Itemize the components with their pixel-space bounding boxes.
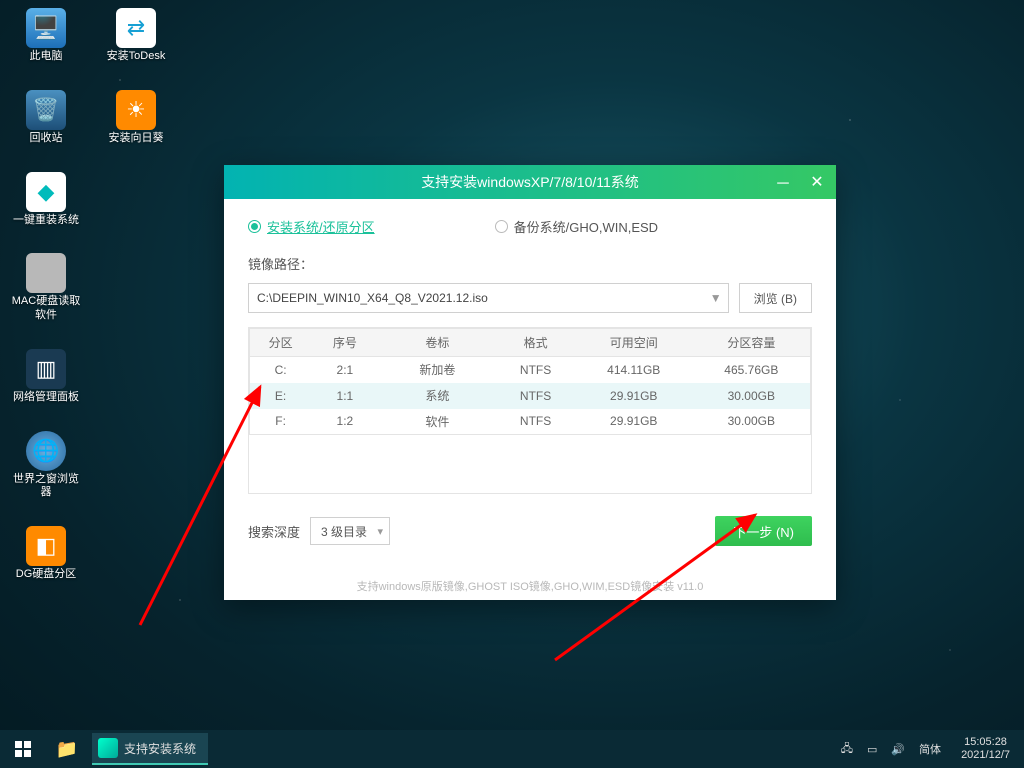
desktop-icon-browser[interactable]: 🌐世界之窗浏览器 (10, 431, 82, 501)
col-capacity: 分区容量 (693, 329, 811, 357)
close-button[interactable]: ✕ (804, 169, 830, 195)
dialog-footer-text: 支持windows原版镜像,GHOST ISO镜像,GHO,WIM,ESD镜像安… (224, 578, 836, 600)
tray-network-icon[interactable]: 🖧 (841, 740, 853, 759)
taskbar-app-installer[interactable]: 支持安装系统 (92, 733, 208, 765)
image-path-input[interactable]: C:\DEEPIN_WIN10_X64_Q8_V2021.12.iso ▼ (248, 283, 729, 313)
app-icon (98, 738, 118, 758)
search-depth-select[interactable]: 3 级目录 (310, 517, 390, 545)
col-partition: 分区 (250, 329, 312, 357)
tray-action-center-icon[interactable]: ▭ (867, 743, 877, 756)
dialog-titlebar[interactable]: 支持安装windowsXP/7/8/10/11系统 － ✕ (224, 165, 836, 199)
dropdown-icon[interactable]: ▼ (710, 291, 722, 305)
table-row[interactable]: F:1:2软件NTFS29.91GB30.00GB (250, 409, 811, 435)
image-path-label: 镜像路径： (248, 254, 812, 273)
start-button[interactable] (0, 730, 46, 768)
col-free: 可用空间 (575, 329, 693, 357)
radio-backup[interactable]: 备份系统/GHO,WIN,ESD (495, 217, 658, 236)
taskbar-explorer-icon[interactable]: 📁 (46, 730, 88, 768)
desktop-icon-todesk[interactable]: ⇄安装ToDesk (100, 8, 172, 64)
col-label: 卷标 (379, 329, 497, 357)
tray-clock[interactable]: 15:05:28 2021/12/7 (955, 736, 1016, 762)
table-row[interactable]: E:1:1系统NTFS29.91GB30.00GB (250, 383, 811, 409)
radio-dot-icon (495, 220, 508, 233)
dialog-title: 支持安装windowsXP/7/8/10/11系统 (421, 172, 639, 192)
desktop-icon-dg-partition[interactable]: ◧DG硬盘分区 (10, 526, 82, 582)
col-index: 序号 (311, 329, 378, 357)
tray-volume-icon[interactable]: 🔊 (891, 743, 905, 756)
desktop-icon-mac-disk[interactable]: MAC硬盘读取软件 (10, 253, 82, 323)
desktop-icon-recycle-bin[interactable]: 🗑️回收站 (10, 90, 82, 146)
search-depth-label: 搜索深度 (248, 522, 300, 541)
tray-ime[interactable]: 简体 (919, 741, 941, 757)
partition-table: 分区 序号 卷标 格式 可用空间 分区容量 C:2:1新加卷NTFS414.11… (248, 327, 812, 494)
desktop: 🖥️此电脑 ⇄安装ToDesk 🗑️回收站 ☀安装向日葵 ◆一键重装系统 MAC… (0, 0, 182, 590)
table-row[interactable]: C:2:1新加卷NTFS414.11GB465.76GB (250, 357, 811, 383)
next-button[interactable]: 下一步 (N) (715, 516, 812, 546)
desktop-icon-network-panel[interactable]: ▥网络管理面板 (10, 349, 82, 405)
desktop-icon-this-pc[interactable]: 🖥️此电脑 (10, 8, 82, 64)
col-format: 格式 (496, 329, 575, 357)
desktop-icon-sunflower[interactable]: ☀安装向日葵 (100, 90, 172, 146)
desktop-icon-reinstall[interactable]: ◆一键重装系统 (10, 172, 82, 228)
install-dialog: 支持安装windowsXP/7/8/10/11系统 － ✕ 安装系统/还原分区 … (224, 165, 836, 600)
radio-dot-icon (248, 220, 261, 233)
browse-button[interactable]: 浏览 (B) (739, 283, 812, 313)
radio-install-restore[interactable]: 安装系统/还原分区 (248, 217, 375, 236)
minimize-button[interactable]: － (770, 169, 796, 195)
taskbar: 📁 支持安装系统 🖧 ▭ 🔊 简体 15:05:28 2021/12/7 (0, 730, 1024, 768)
